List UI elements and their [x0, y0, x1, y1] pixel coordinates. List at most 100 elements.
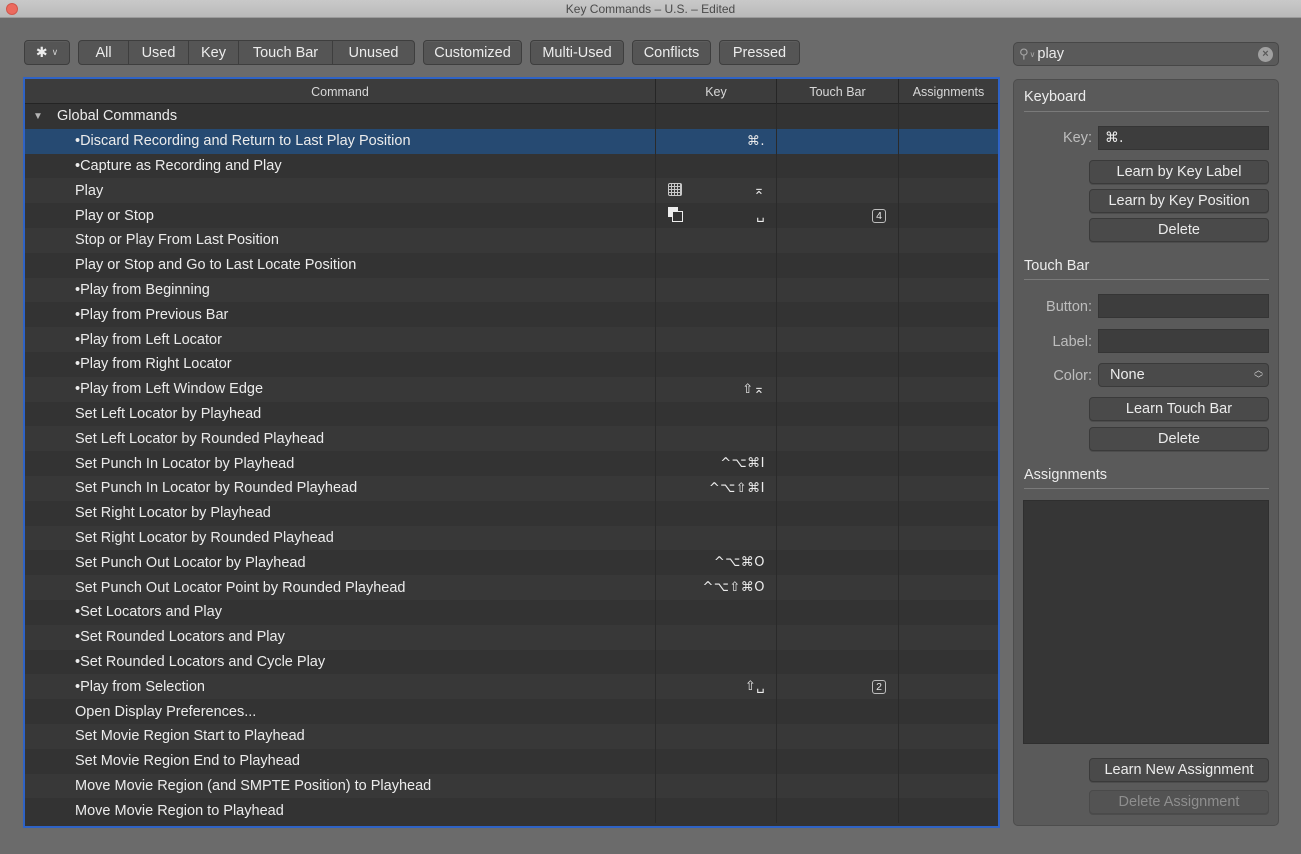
table-row[interactable]: •Play from Previous Bar [25, 302, 998, 328]
key-cell[interactable] [656, 624, 777, 650]
table-row[interactable]: Set Right Locator by Playhead [25, 500, 998, 526]
touch-bar-cell[interactable] [777, 748, 899, 774]
key-cell[interactable] [656, 500, 777, 526]
assignments-cell[interactable] [899, 327, 998, 352]
touch-bar-cell[interactable] [777, 500, 899, 526]
key-cell[interactable] [656, 327, 777, 352]
key-cell[interactable] [656, 798, 777, 824]
touch-bar-label-field[interactable] [1098, 329, 1269, 353]
table-row[interactable]: Set Punch Out Locator Point by Rounded P… [25, 575, 998, 600]
assignments-cell[interactable] [899, 674, 998, 699]
touch-bar-cell[interactable] [777, 550, 899, 576]
assignments-cell[interactable] [899, 699, 998, 724]
touch-bar-cell[interactable] [777, 227, 899, 253]
key-cell[interactable] [656, 153, 777, 179]
key-cell[interactable] [656, 227, 777, 253]
assignments-cell[interactable] [899, 798, 998, 823]
key-cell[interactable]: ^⌥⌘I [656, 451, 777, 476]
table-row[interactable]: •Play from Beginning [25, 277, 998, 303]
touch-bar-cell[interactable] [777, 699, 899, 724]
key-cell[interactable]: ⌅ [656, 178, 777, 204]
filter-customized-button[interactable]: Customized [423, 40, 522, 65]
filter-all[interactable]: All [79, 41, 129, 64]
delete-key-button[interactable]: Delete [1089, 218, 1269, 242]
key-cell[interactable]: ^⌥⇧⌘O [656, 575, 777, 600]
table-row[interactable]: •Set Locators and Play [25, 599, 998, 625]
learn-by-key-position-button[interactable]: Learn by Key Position [1089, 189, 1269, 213]
column-header-command[interactable]: Command [25, 79, 656, 104]
touch-bar-cell[interactable] [777, 798, 899, 824]
disclosure-triangle-icon[interactable]: ▼ [33, 111, 57, 122]
search-options-chevron-icon[interactable]: ∨ [1030, 50, 1036, 59]
table-row[interactable]: •Play from Left Window Edge ⇧⌅ [25, 376, 998, 402]
key-cell[interactable] [656, 277, 777, 303]
touch-bar-cell[interactable]: 4 [777, 203, 899, 228]
table-row[interactable]: Set Left Locator by Rounded Playhead [25, 426, 998, 452]
group-row-global-commands[interactable]: ▼ Global Commands [25, 104, 998, 129]
assignments-cell[interactable] [899, 625, 998, 650]
assignments-cell[interactable] [899, 426, 998, 451]
key-cell[interactable] [656, 748, 777, 774]
table-row[interactable]: Play or Stop and Go to Last Locate Posit… [25, 252, 998, 278]
table-row[interactable]: Set Punch In Locator by Playhead ^⌥⌘I [25, 451, 998, 476]
assignments-cell[interactable] [899, 575, 998, 600]
table-row[interactable]: •Capture as Recording and Play [25, 153, 998, 179]
assignments-cell[interactable] [899, 451, 998, 476]
table-row[interactable]: Stop or Play From Last Position [25, 227, 998, 253]
filter-used[interactable]: Used [129, 41, 189, 64]
table-row[interactable]: Set Punch In Locator by Rounded Playhead… [25, 475, 998, 501]
table-row[interactable]: Open Display Preferences... [25, 699, 998, 724]
key-cell[interactable] [656, 252, 777, 278]
assignments-cell[interactable] [899, 302, 998, 327]
filter-conflicts-button[interactable]: Conflicts [632, 40, 711, 65]
touch-bar-cell[interactable] [777, 649, 899, 675]
table-row[interactable]: •Play from Left Locator [25, 327, 998, 352]
key-cell[interactable] [656, 773, 777, 799]
learn-new-assignment-button[interactable]: Learn New Assignment [1089, 758, 1269, 782]
table-row[interactable]: Set Punch Out Locator by Playhead ^⌥⌘O [25, 550, 998, 576]
search-input[interactable]: play [1037, 46, 1258, 62]
assignments-cell[interactable] [899, 749, 998, 774]
touch-bar-cell[interactable] [777, 599, 899, 625]
assignments-cell[interactable] [899, 154, 998, 179]
assignments-cell[interactable] [899, 550, 998, 575]
touch-bar-cell[interactable]: 2 [777, 674, 899, 700]
key-cell[interactable] [656, 649, 777, 675]
assignments-cell[interactable] [899, 650, 998, 675]
table-row[interactable]: Set Right Locator by Rounded Playhead [25, 525, 998, 551]
assignments-list[interactable] [1023, 500, 1269, 744]
table-row[interactable]: Set Left Locator by Playhead [25, 401, 998, 427]
touch-bar-cell[interactable] [777, 128, 899, 154]
key-cell[interactable] [656, 723, 777, 749]
key-cell[interactable]: ^⌥⌘O [656, 550, 777, 576]
touch-bar-cell[interactable] [777, 624, 899, 650]
touch-bar-cell[interactable] [777, 302, 899, 328]
key-cell[interactable]: ⌘. [656, 128, 777, 154]
delete-touch-bar-button[interactable]: Delete [1089, 427, 1269, 451]
touch-bar-cell[interactable] [777, 376, 899, 402]
assignments-cell[interactable] [899, 178, 998, 203]
table-row[interactable]: Set Movie Region Start to Playhead [25, 723, 998, 749]
touch-bar-cell[interactable] [777, 475, 899, 501]
touch-bar-cell[interactable] [777, 351, 899, 377]
key-cell[interactable]: ^⌥⇧⌘I [656, 475, 777, 501]
key-field[interactable]: ⌘. [1098, 126, 1269, 150]
touch-bar-cell[interactable] [777, 575, 899, 600]
touch-bar-cell[interactable] [777, 525, 899, 551]
assignments-cell[interactable] [899, 203, 998, 228]
key-cell[interactable] [656, 302, 777, 328]
touch-bar-cell[interactable] [777, 723, 899, 749]
key-cell[interactable] [656, 525, 777, 551]
assignments-cell[interactable] [899, 352, 998, 377]
touch-bar-cell[interactable] [777, 327, 899, 352]
assignments-cell[interactable] [899, 129, 998, 154]
key-cell[interactable] [656, 599, 777, 625]
table-row[interactable]: •Discard Recording and Return to Last Pl… [25, 128, 998, 154]
key-cell[interactable] [656, 351, 777, 377]
learn-by-key-label-button[interactable]: Learn by Key Label [1089, 160, 1269, 184]
key-cell[interactable]: ⇧␣ [656, 674, 777, 700]
search-field[interactable]: ⚲ ∨ play × [1013, 42, 1279, 66]
clear-search-icon[interactable]: × [1258, 46, 1273, 62]
table-row[interactable]: Move Movie Region to Playhead [25, 798, 998, 824]
assignments-cell[interactable] [899, 377, 998, 402]
